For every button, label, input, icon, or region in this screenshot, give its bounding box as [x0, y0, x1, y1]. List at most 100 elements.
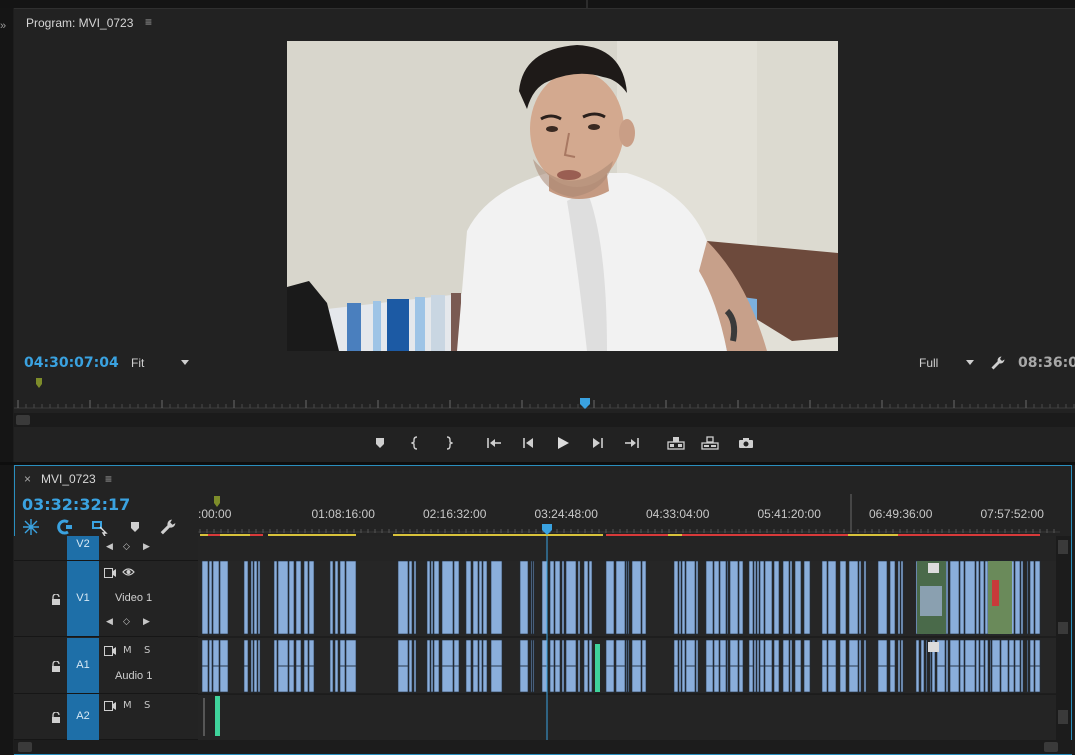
video-clip — [949, 560, 960, 635]
audio-clip — [975, 639, 980, 693]
video-clip — [273, 560, 278, 635]
prev-keyframe-icon[interactable]: ◀ — [106, 542, 113, 552]
program-mini-timeline[interactable] — [14, 378, 1075, 412]
track-name-v1[interactable]: Video 1 — [115, 592, 152, 604]
track-name-a1[interactable]: Audio 1 — [115, 670, 152, 682]
expand-panel-icon[interactable]: » — [0, 20, 6, 32]
extract-icon[interactable] — [700, 432, 720, 454]
lock-track-icon[interactable] — [51, 711, 61, 723]
video-clip — [413, 560, 417, 635]
program-zoom-scrollbar[interactable] — [14, 413, 1075, 427]
add-keyframe-icon[interactable]: ◇ — [123, 542, 130, 552]
next-keyframe-icon[interactable]: ▶ — [143, 617, 150, 627]
toggle-sync-lock-icon[interactable] — [104, 568, 116, 581]
toggle-sync-lock-icon[interactable] — [104, 701, 116, 714]
video-clip — [685, 560, 696, 635]
video-clip — [773, 560, 780, 635]
zoom-level-value: Fit — [131, 356, 145, 370]
go-to-out-icon[interactable] — [622, 432, 642, 454]
video-clip — [253, 560, 258, 635]
track-label-v1[interactable]: V1 — [67, 592, 99, 604]
step-forward-icon[interactable] — [588, 432, 608, 454]
scroll-handle-right[interactable] — [1044, 742, 1058, 752]
lock-track-icon[interactable] — [51, 660, 61, 672]
sequence-tab[interactable]: MVI_0723 — [41, 472, 96, 486]
track-label-v2[interactable]: V2 — [67, 538, 99, 550]
video-clip — [277, 560, 289, 635]
toggle-track-output-eye-icon[interactable] — [122, 567, 135, 580]
zoom-level-dropdown[interactable]: Fit — [131, 356, 189, 372]
go-to-in-icon[interactable] — [484, 432, 504, 454]
solo-track-button[interactable]: S — [144, 645, 150, 656]
timeline-panel-menu-icon[interactable]: ≡ — [105, 472, 112, 486]
linked-selection-icon[interactable] — [56, 518, 74, 536]
audio-clip — [989, 639, 992, 693]
video-clip — [959, 560, 965, 635]
video-clip — [257, 560, 261, 635]
program-video-frame[interactable] — [287, 41, 838, 351]
scroll-thumb[interactable] — [1058, 540, 1068, 554]
lock-track-icon[interactable] — [51, 593, 61, 605]
timeline-track-area[interactable] — [198, 536, 1056, 740]
export-frame-camera-icon[interactable] — [736, 432, 756, 454]
ruler-label: :00:00 — [198, 507, 232, 521]
lift-icon[interactable] — [666, 432, 686, 454]
add-keyframe-icon[interactable]: ◇ — [123, 617, 130, 627]
next-keyframe-icon[interactable]: ▶ — [143, 542, 150, 552]
track-label-a1[interactable]: A1 — [67, 659, 99, 671]
video-clip — [430, 560, 434, 635]
scroll-handle-left[interactable] — [18, 742, 32, 752]
video-clip — [726, 560, 729, 635]
timeline-current-timecode[interactable]: 03:32:32:17 — [22, 495, 130, 514]
audio-clip — [920, 639, 925, 693]
video-clip — [979, 560, 985, 635]
program-current-timecode[interactable]: 04:30:07:04 — [24, 355, 119, 371]
video-clip — [530, 560, 533, 635]
video-clip — [329, 560, 334, 635]
video-clip — [583, 560, 589, 635]
timeline-horizontal-scrollbar[interactable] — [14, 740, 1072, 754]
mark-in-icon[interactable] — [406, 432, 426, 454]
mark-out-icon[interactable] — [438, 432, 458, 454]
solo-track-button[interactable]: S — [144, 700, 150, 711]
video-clip — [1026, 560, 1029, 635]
timeline-ruler[interactable]: :00:00 01:08:16:00 02:16:32:00 03:24:48:00 0… — [198, 494, 1060, 536]
video-clip — [673, 560, 679, 635]
track-headers: V2 ◀ ◇ ▶ V1 Video 1 ◀ ◇ ▶ A1 M S Audio 1… — [14, 536, 198, 740]
video-clip — [681, 560, 686, 635]
video-clip — [208, 560, 213, 635]
timeline-settings-wrench-icon[interactable] — [159, 518, 177, 536]
program-monitor-title[interactable]: Program: MVI_0723 — [26, 16, 133, 30]
video-clip — [541, 560, 548, 635]
video-clip — [615, 560, 626, 635]
toggle-sync-lock-icon[interactable] — [104, 646, 116, 659]
program-panel-menu-icon[interactable]: ≡ — [145, 15, 152, 29]
playback-resolution-dropdown[interactable]: Full — [919, 356, 974, 372]
play-icon[interactable] — [553, 432, 573, 454]
zoom-scrollbar-handle[interactable] — [16, 415, 30, 425]
mute-track-button[interactable]: M — [123, 700, 132, 711]
settings-wrench-icon[interactable] — [990, 355, 1006, 371]
video-clip — [453, 560, 460, 635]
program-playhead — [580, 398, 590, 409]
video-clip — [705, 560, 714, 635]
track-label-a2[interactable]: A2 — [67, 710, 99, 722]
prev-keyframe-icon[interactable]: ◀ — [106, 617, 113, 627]
snap-icon[interactable] — [22, 518, 40, 536]
add-marker-timeline-icon[interactable] — [90, 518, 108, 537]
video-clip — [303, 560, 309, 635]
video-clip — [1020, 560, 1024, 635]
top-strip — [0, 0, 1075, 8]
step-back-icon[interactable] — [518, 432, 538, 454]
audio-clip — [257, 639, 261, 693]
scroll-thumb[interactable] — [1058, 710, 1068, 724]
mute-track-button[interactable]: M — [123, 645, 132, 656]
scroll-thumb[interactable] — [1058, 622, 1068, 634]
add-marker-icon[interactable] — [370, 432, 390, 454]
close-sequence-icon[interactable]: × — [24, 472, 31, 486]
audio-clip — [756, 639, 760, 693]
marker-icon[interactable] — [126, 518, 144, 536]
timeline-vertical-scrollbar[interactable] — [1056, 536, 1071, 740]
audio-clip — [1026, 639, 1029, 693]
audio-clip — [426, 639, 431, 693]
